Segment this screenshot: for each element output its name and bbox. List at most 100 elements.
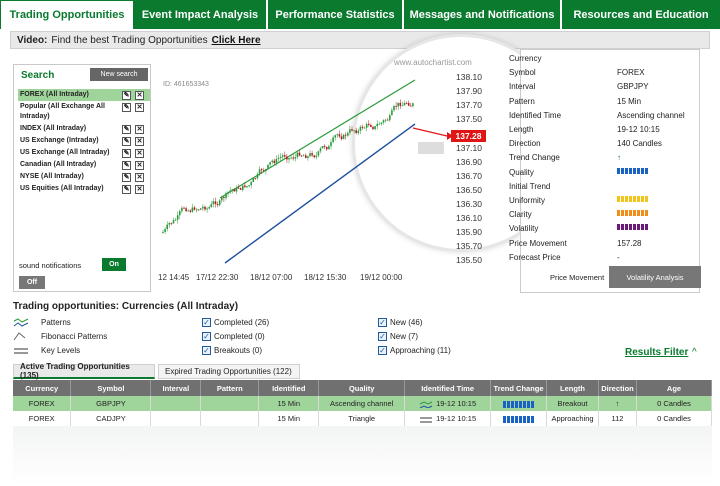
filter-checkbox[interactable]: ✓ [378, 332, 387, 341]
detail-key: Interval [509, 82, 536, 92]
column-header[interactable]: Length [546, 380, 600, 396]
delete-icon[interactable]: ✕ [135, 161, 144, 170]
video-link[interactable]: Click Here [212, 35, 261, 46]
search-item[interactable]: FOREX (All Intraday) ✎ ✕ [18, 89, 150, 101]
new-search-button[interactable]: New search [90, 68, 148, 81]
edit-icon[interactable]: ✎ [122, 125, 131, 134]
table-row[interactable]: FOREX GBPJPY 15 Min Ascending channel 19… [13, 396, 712, 411]
edit-icon[interactable]: ✎ [122, 103, 131, 112]
filter-checkbox[interactable]: ✓ [202, 332, 211, 341]
delete-icon[interactable]: ✕ [135, 125, 144, 134]
candle-body [395, 105, 397, 107]
detail-key: Forecast Price [509, 252, 561, 262]
delete-icon[interactable]: ✕ [135, 173, 144, 182]
rating-bars [617, 167, 648, 174]
candle-body [368, 123, 370, 125]
candle-body [170, 222, 173, 224]
column-header[interactable]: Quality [318, 380, 406, 396]
column-header[interactable]: Age [636, 380, 712, 396]
delete-icon[interactable]: ✕ [135, 137, 144, 146]
candle-body [351, 129, 353, 131]
column-header[interactable]: Trend Change [490, 380, 548, 396]
candle-body [166, 224, 168, 229]
search-item[interactable]: NYSE (All Intraday) ✎ ✕ [18, 171, 150, 183]
table-cell: GBPJPY [70, 396, 152, 411]
tab-expired-opportunities[interactable]: Expired Trading Opportunities (122) [158, 364, 300, 379]
detail-row: Quality [509, 167, 701, 182]
price-chart[interactable] [155, 58, 455, 278]
chevron-up-icon[interactable]: ^ [692, 347, 697, 358]
candle-body [410, 105, 412, 107]
sound-off-toggle[interactable]: Off [19, 276, 45, 289]
tab-price-movement[interactable]: Price Movement [550, 273, 604, 282]
search-item[interactable]: Popular (All Exchange All Intraday) ✎ ✕ [18, 101, 150, 123]
price-tick-label: 136.70 [456, 170, 482, 181]
filter-checkbox[interactable]: ✓ [202, 318, 211, 327]
column-header[interactable]: Pattern [200, 380, 260, 396]
detail-row: Price Movement 157.28 [509, 239, 701, 253]
trend-strength-bars [503, 400, 535, 408]
candle-body [260, 169, 263, 171]
candle-body [267, 164, 269, 169]
search-item[interactable]: US Exchange (Intraday) ✎ ✕ [18, 135, 150, 147]
breakout-arrow-line [412, 127, 448, 137]
edit-icon[interactable]: ✎ [122, 149, 131, 158]
edit-icon[interactable]: ✎ [122, 91, 131, 100]
edit-icon[interactable]: ✎ [122, 161, 131, 170]
candle-body [237, 187, 240, 189]
tab-trading-opportunities[interactable]: Trading Opportunities [0, 0, 134, 29]
tab-active-opportunities[interactable]: Active Trading Opportunities (135) [13, 362, 155, 380]
edit-icon[interactable]: ✎ [122, 137, 131, 146]
column-header[interactable]: Direction [598, 380, 637, 396]
search-item-label: US Equities (All Intraday) [20, 185, 104, 192]
filter-label: Completed (0) [214, 332, 265, 341]
filter-checkbox[interactable]: ✓ [202, 346, 211, 355]
filter-label: Approaching (11) [390, 346, 451, 355]
filter-label: Breakouts (0) [214, 346, 263, 355]
candle-body [313, 155, 315, 158]
detail-key: Clarity [509, 210, 532, 220]
filter-checkbox[interactable]: ✓ [378, 346, 387, 355]
column-header[interactable]: Currency [13, 380, 72, 396]
tab-messages-notifications[interactable]: Messages and Notifications [404, 0, 562, 29]
candle-body [328, 146, 330, 150]
tab-resources-education[interactable]: Resources and Education [562, 0, 720, 29]
time-tick-label: 19/12 00:00 [360, 273, 403, 282]
results-filter-link[interactable]: Results Filter [625, 347, 688, 358]
edit-icon[interactable]: ✎ [122, 173, 131, 182]
channel-upper-line [219, 79, 416, 199]
filter-checkbox[interactable]: ✓ [378, 318, 387, 327]
edit-icon[interactable]: ✎ [122, 185, 131, 194]
delete-icon[interactable]: ✕ [135, 185, 144, 194]
candle-body [401, 105, 404, 107]
column-header[interactable]: Interval [150, 380, 202, 396]
candle-body [162, 231, 164, 233]
delete-icon[interactable]: ✕ [135, 91, 144, 100]
column-header[interactable]: Identified [258, 380, 320, 396]
price-tick-label: 138.10 [456, 72, 482, 82]
candle-body [296, 152, 299, 158]
tab-volatility-analysis[interactable]: Volatility Analysis [609, 266, 701, 288]
table-row[interactable]: FOREX CADJPY 15 Min Triangle 19-12 10:15… [13, 411, 712, 426]
search-item[interactable]: INDEX (All Intraday) ✎ ✕ [18, 123, 150, 135]
tab-event-impact-analysis[interactable]: Event Impact Analysis [134, 0, 268, 29]
tab-performance-statistics[interactable]: Performance Statistics [268, 0, 404, 29]
candle-body [275, 159, 278, 164]
sound-on-toggle[interactable]: On [102, 258, 126, 271]
candle-body [407, 103, 410, 106]
key-levels-icon [420, 417, 433, 423]
candle-body [227, 191, 229, 194]
search-item[interactable]: US Equities (All Intraday) ✎ ✕ [18, 183, 150, 195]
detail-value: - [617, 252, 620, 262]
candle-body [229, 190, 231, 192]
search-item[interactable]: US Exchange (All Intraday) ✎ ✕ [18, 147, 150, 159]
price-tick-label: 136.30 [456, 198, 482, 209]
search-item[interactable]: Canadian (All Intraday) ✎ ✕ [18, 159, 150, 171]
column-header[interactable]: Identified Time [404, 380, 492, 396]
price-tick-label: 136.50 [456, 184, 482, 195]
delete-icon[interactable]: ✕ [135, 103, 144, 112]
delete-icon[interactable]: ✕ [135, 149, 144, 158]
candle-body [321, 146, 324, 149]
search-title: Search [21, 70, 55, 81]
column-header[interactable]: Symbol [70, 380, 152, 396]
